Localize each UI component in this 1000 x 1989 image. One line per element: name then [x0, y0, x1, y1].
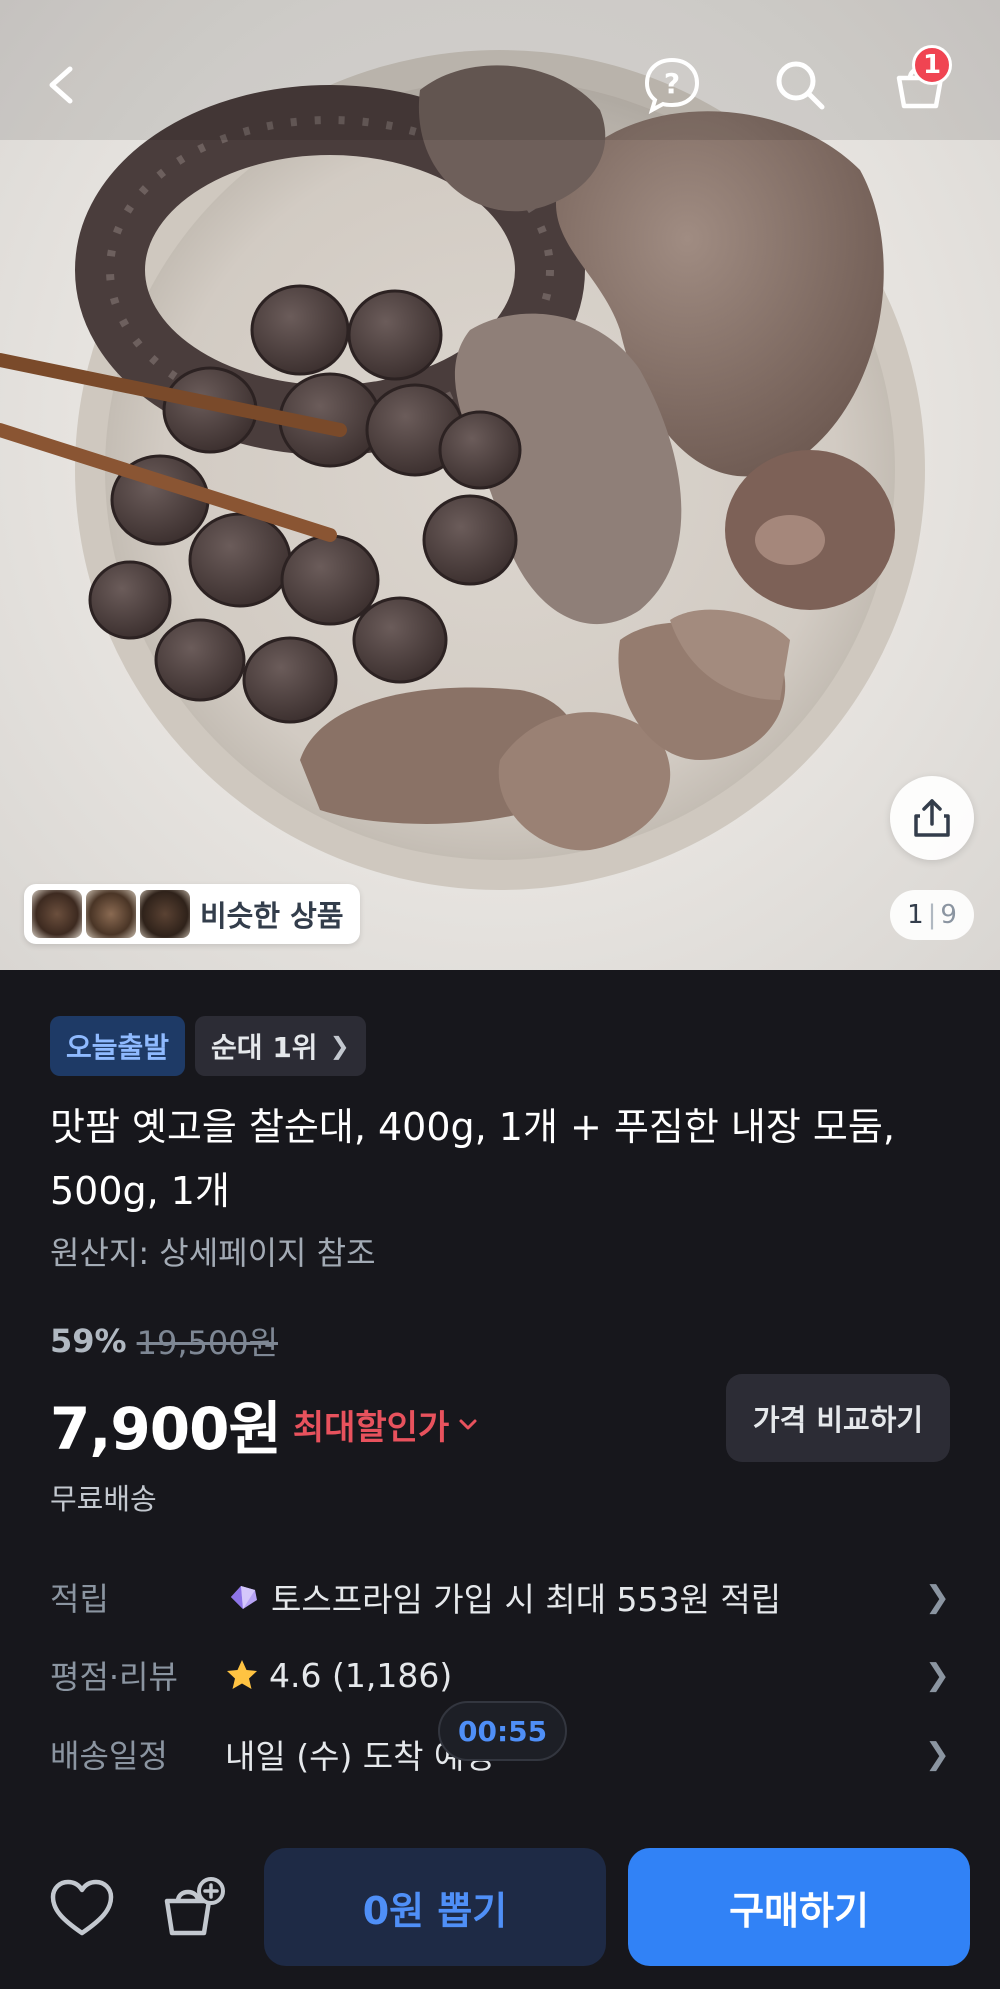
chevron-right-icon: ❯ — [924, 1579, 950, 1615]
points-label: 적립 — [50, 1580, 109, 1618]
chevron-right-icon: ❯ — [924, 1736, 950, 1772]
sale-price: 7,900원 — [50, 1395, 282, 1463]
product-origin: 원산지: 상세페이지 참조 — [50, 1234, 376, 1272]
countdown-timer: 00:55 — [438, 1701, 568, 1761]
delivery-value: 내일 (수) 도착 예정 — [225, 1737, 495, 1776]
discount-rate: 59% — [50, 1322, 127, 1360]
shipping-info: 무료배송 — [50, 1482, 157, 1516]
add-cart-icon — [164, 1877, 225, 1936]
chevron-right-icon: ❯ — [924, 1657, 950, 1693]
search-icon — [776, 61, 825, 110]
today-shipping-tag: 오늘출발 — [50, 1016, 186, 1076]
rating-value: 4.6 (1,186) — [269, 1655, 453, 1695]
share-button[interactable] — [890, 776, 974, 860]
price-row: 7,900원 최대할인가 — [50, 1382, 479, 1466]
prime-gem-icon — [231, 1586, 257, 1609]
help-button[interactable]: ? — [632, 45, 712, 125]
search-button[interactable] — [760, 45, 840, 125]
help-bubble-icon: ? — [644, 57, 700, 115]
zero-won-draw-button[interactable]: 0원 뽑기 — [264, 1848, 606, 1966]
ranking-tag[interactable]: 순대 1위 ❯ — [195, 1016, 366, 1076]
max-discount-toggle[interactable]: 최대할인가 — [293, 1400, 479, 1449]
similar-thumbnail — [32, 890, 82, 938]
price-compare-button[interactable]: 가격 비교하기 — [726, 1374, 950, 1462]
page-total: 9 — [940, 900, 957, 930]
similar-thumbnail — [140, 890, 190, 938]
product-photo — [0, 0, 1000, 890]
page-separator: | — [927, 900, 937, 930]
cart-count-badge: 1 — [912, 45, 952, 85]
star-icon — [227, 1660, 257, 1689]
rating-row[interactable]: 평점·리뷰 4.6 (1,186) ❯ — [50, 1645, 950, 1705]
product-image-carousel[interactable]: ? 1 비슷한 상품 1 | 9 — [0, 0, 1000, 970]
similar-thumbnails — [32, 890, 190, 938]
points-value: 토스프라임 가입 시 최대 553원 적립 — [271, 1580, 782, 1619]
chevron-right-icon: ❯ — [329, 1032, 350, 1060]
cart-button[interactable]: 1 — [880, 45, 960, 125]
back-button[interactable] — [22, 45, 102, 125]
page-current: 1 — [907, 900, 924, 930]
max-discount-label: 최대할인가 — [292, 1407, 450, 1448]
points-value-wrap: 토스프라임 가입 시 최대 553원 적립 — [225, 1573, 925, 1621]
rating-value-wrap: 4.6 (1,186) — [225, 1656, 925, 1695]
discount-row: 59% 19,500원 — [50, 1318, 278, 1364]
chevron-down-icon — [459, 1419, 477, 1430]
add-to-cart-button[interactable] — [154, 1868, 234, 1948]
wishlist-button[interactable] — [42, 1868, 122, 1948]
share-icon — [914, 799, 950, 837]
similar-products-button[interactable]: 비슷한 상품 — [24, 884, 360, 944]
image-page-counter: 1 | 9 — [890, 890, 974, 940]
back-arrow-icon — [49, 66, 73, 104]
ranking-tag-label: 순대 1위 — [211, 1031, 318, 1064]
similar-thumbnail — [86, 890, 136, 938]
product-tags: 오늘출발 순대 1위 ❯ — [50, 1016, 366, 1076]
svg-text:?: ? — [664, 67, 680, 100]
product-title: 맛팜 옛고을 찰순대, 400g, 1개 + 푸짐한 내장 모둠, 500g, … — [50, 1105, 895, 1213]
points-row[interactable]: 적립 토스프라임 가입 시 최대 553원 적립 ❯ — [50, 1567, 950, 1627]
delivery-label: 배송일정 — [50, 1737, 168, 1775]
original-price: 19,500원 — [136, 1324, 279, 1362]
heart-icon — [50, 1879, 114, 1936]
similar-products-label: 비슷한 상품 — [200, 899, 344, 933]
buy-button[interactable]: 구매하기 — [628, 1848, 970, 1966]
rating-label: 평점·리뷰 — [50, 1658, 178, 1696]
